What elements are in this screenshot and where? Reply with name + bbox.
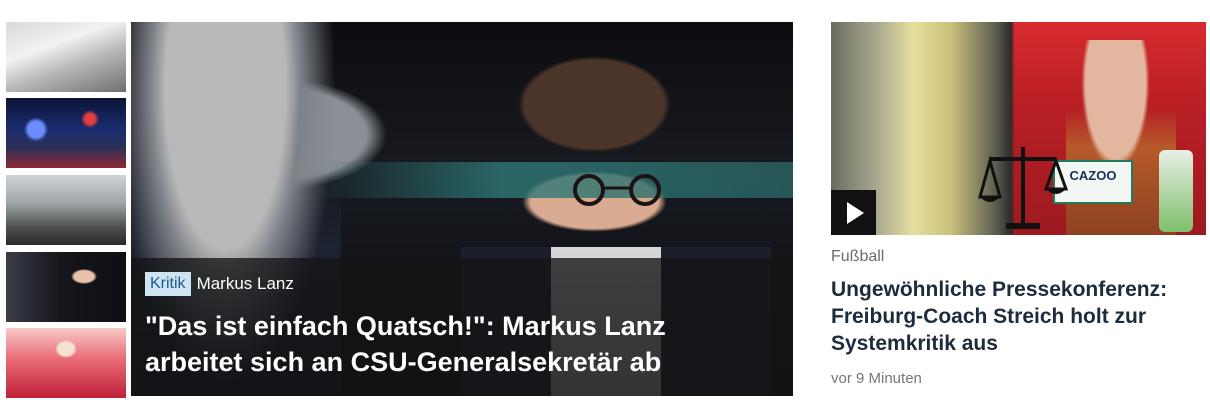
side-article-video[interactable]: CAZOO [831, 22, 1206, 235]
hero-article[interactable]: Kritik Markus Lanz "Das ist einfach Quat… [131, 22, 793, 396]
thumbnail-5[interactable] [6, 328, 126, 398]
side-article-headline[interactable]: Ungewöhnliche Pressekonferenz: Freiburg-… [831, 276, 1191, 357]
play-icon[interactable] [831, 190, 876, 235]
hero-image-stage-light [311, 162, 793, 198]
side-article-category[interactable]: Fußball [831, 248, 884, 266]
hero-kicker: Kritik Markus Lanz [145, 272, 294, 296]
category-badge[interactable]: Kritik [145, 272, 191, 296]
side-image-bottle [1159, 150, 1193, 232]
thumbnail-4-active[interactable] [6, 252, 126, 322]
hero-image-glasses [573, 174, 661, 206]
side-article-timestamp: vor 9 Minuten [831, 370, 922, 387]
hero-headline[interactable]: "Das ist einfach Quatsch!": Markus Lanz … [145, 308, 765, 380]
thumbnail-2[interactable] [6, 98, 126, 168]
thumbnail-3[interactable] [6, 175, 126, 245]
thumbnail-1[interactable] [6, 22, 126, 92]
scales-icon [978, 147, 1069, 229]
hero-kicker-text: Markus Lanz [196, 274, 294, 293]
